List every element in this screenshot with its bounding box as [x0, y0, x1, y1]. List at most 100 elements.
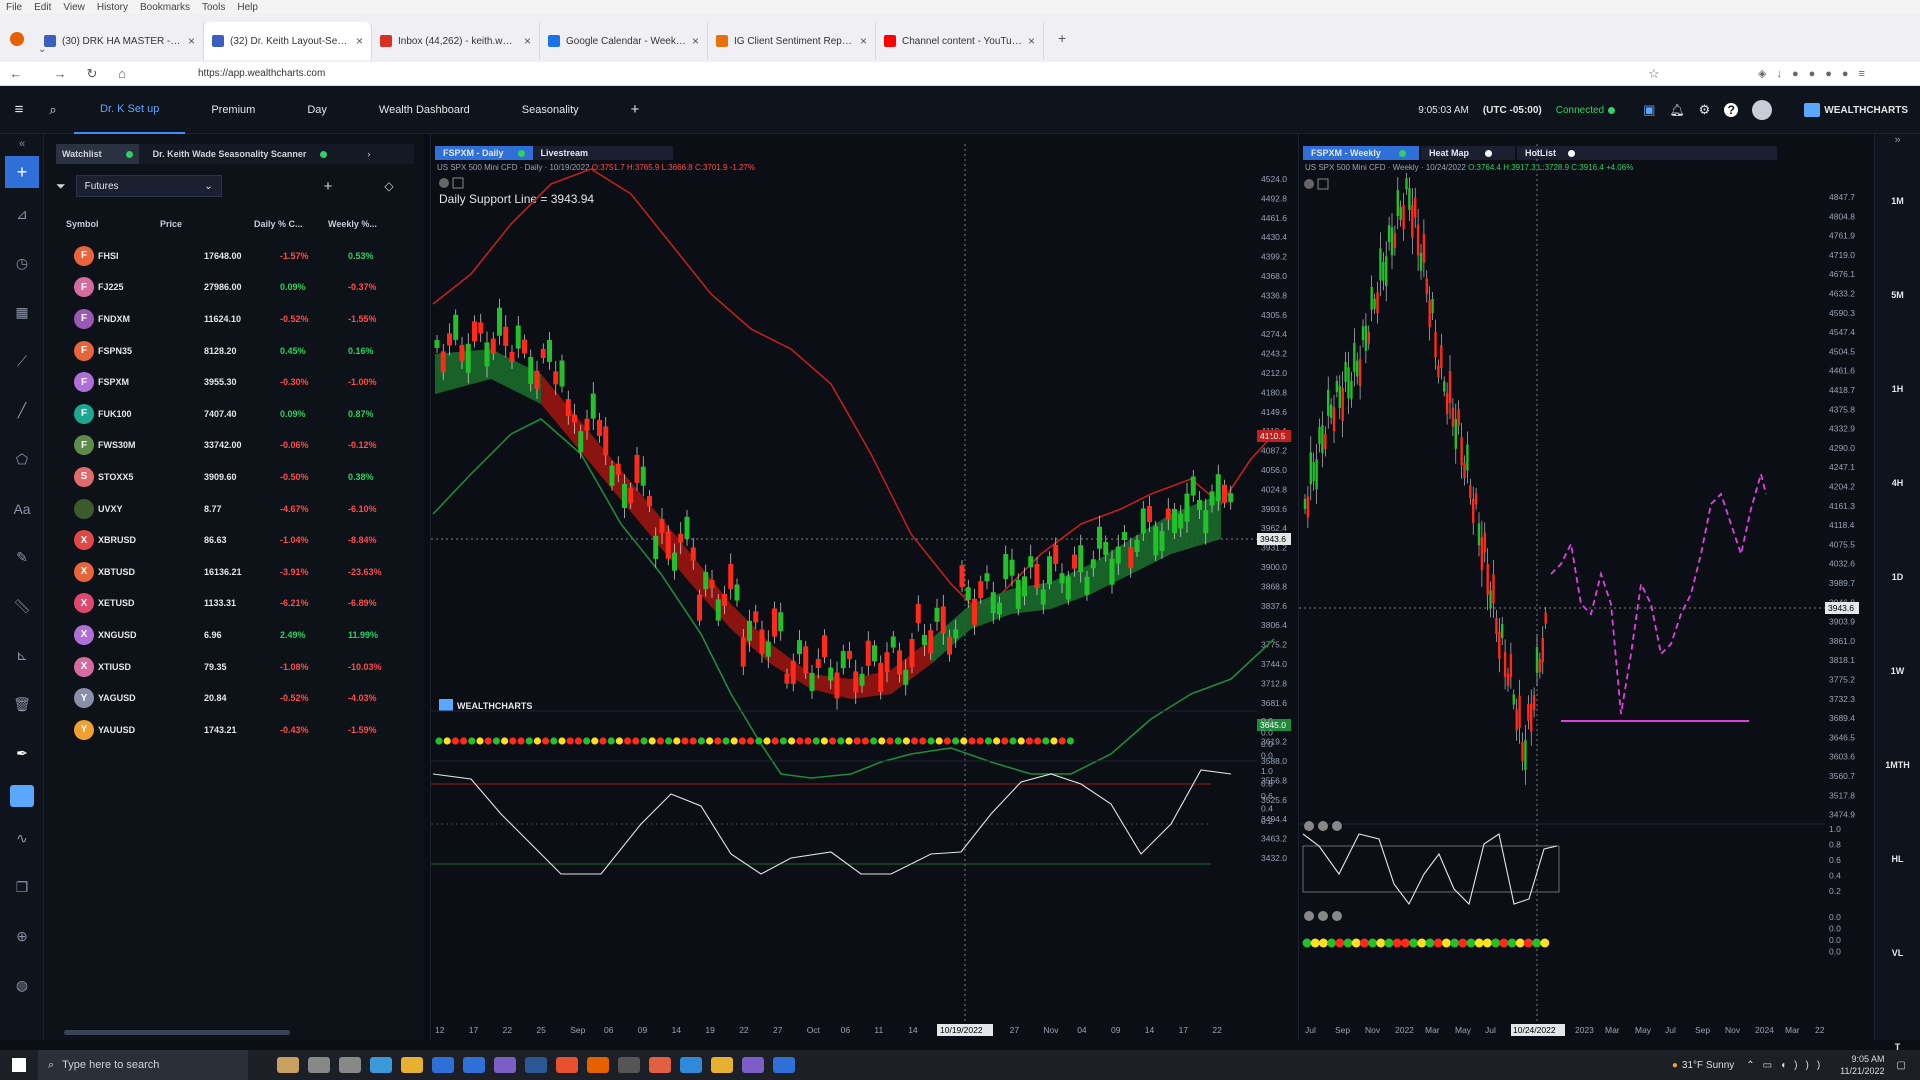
taskbar-clock[interactable]: 9:05 AM 11/21/2022: [1840, 1053, 1884, 1077]
watchlist-row[interactable]: UVXY 8.77 -4.67% -6.10%: [58, 493, 414, 525]
timezone[interactable]: (UTC -05:00): [1483, 105, 1542, 116]
trend-icon[interactable]: ⟋: [0, 337, 44, 386]
watchlist-row[interactable]: F FJ225 27986.00 0.09% -0.37%: [58, 272, 414, 304]
taskbar-app-icon[interactable]: [742, 1057, 764, 1073]
gear-icon[interactable]: ⚙: [1699, 102, 1711, 118]
windows-start-icon[interactable]: [12, 1058, 26, 1072]
col-weekly[interactable]: Weekly %...: [328, 219, 418, 229]
menu-help[interactable]: Help: [237, 2, 258, 13]
watchlist-row[interactable]: F FSPXM 3955.30 -0.30% -1.00%: [58, 366, 414, 398]
reload-icon[interactable]: ↻: [82, 66, 102, 82]
timeframe-1d[interactable]: 1D: [1875, 530, 1920, 624]
taskbar-app-icon[interactable]: [649, 1057, 671, 1073]
browser-tab[interactable]: Google Calendar - Week of No ×: [540, 22, 708, 60]
browser-tab[interactable]: (32) Dr. Keith Layout-Seasonal ×: [204, 22, 372, 60]
watchlist-row[interactable]: S STOXX5 3909.60 -0.50% 0.38%: [58, 461, 414, 493]
clock-tool-icon[interactable]: ◷: [0, 239, 44, 288]
browser-tab[interactable]: IG Client Sentiment Report 2022 ×: [708, 22, 876, 60]
add-symbol-button[interactable]: +: [324, 178, 333, 195]
watchlist-row[interactable]: Y YAUUSD 1743.21 -0.43% -1.59%: [58, 714, 414, 746]
ruler-icon[interactable]: 📏︎: [0, 582, 44, 631]
watchlist-row[interactable]: X XTIUSD 79.35 -1.08% -10.03%: [58, 651, 414, 683]
notification-icon[interactable]: ▢: [1897, 1060, 1906, 1071]
globe-icon[interactable]: ◍: [0, 961, 44, 1010]
browser-extension-icons[interactable]: ◈↓●●●●≡: [1758, 67, 1875, 80]
watchlist-row[interactable]: F FWS30M 33742.00 -0.06% -0.12%: [58, 430, 414, 462]
taskbar-app-icon[interactable]: [339, 1057, 361, 1073]
trash-icon[interactable]: 🗑︎: [0, 680, 44, 729]
close-icon[interactable]: ×: [524, 34, 531, 48]
taskbar-app-icon[interactable]: [401, 1057, 423, 1073]
add-tool-button[interactable]: +: [0, 154, 44, 190]
taskbar-app-icon[interactable]: [308, 1057, 330, 1073]
watchlist-row[interactable]: F FSPN35 8128.20 0.45% 0.16%: [58, 335, 414, 367]
watchlist-row[interactable]: X XBTUSD 16136.21 -3.91% -23.63%: [58, 556, 414, 588]
tab-list-icon[interactable]: ⌄: [38, 44, 46, 55]
taskbar-app-icon[interactable]: [494, 1057, 516, 1073]
signal-icons[interactable]: [1304, 911, 1342, 921]
list-selector[interactable]: Futures ⌄: [75, 175, 222, 197]
url-input[interactable]: https://app.wealthcharts.com: [198, 68, 325, 79]
wealthcharts-tool-icon[interactable]: [0, 778, 44, 814]
calendar-icon[interactable]: ▦: [0, 288, 44, 337]
oscillator-icons[interactable]: [1304, 821, 1342, 831]
timeframe-1w[interactable]: 1W: [1875, 624, 1920, 718]
timeframe-5m[interactable]: 5M: [1875, 248, 1920, 342]
taskbar-app-icon[interactable]: [525, 1057, 547, 1073]
save-icon[interactable]: ▣: [1643, 102, 1655, 118]
chart-header-icons[interactable]: [1304, 178, 1329, 190]
timeframe-hl[interactable]: HL: [1875, 812, 1920, 906]
taskbar-app-icon[interactable]: [618, 1057, 640, 1073]
timeframe-4h[interactable]: 4H: [1875, 436, 1920, 530]
app-tab[interactable]: Dr. K Set up: [74, 86, 186, 134]
menu-file[interactable]: File: [6, 2, 22, 13]
daily-chart-canvas[interactable]: Daily Support Line = 3943.94 4524.0 4492.8…: [431, 134, 1291, 1040]
menu-history[interactable]: History: [97, 2, 128, 13]
help-icon[interactable]: ?: [1724, 103, 1739, 117]
close-icon[interactable]: ×: [356, 34, 363, 48]
filter-icon[interactable]: ⏷: [56, 179, 66, 194]
text-tool-icon[interactable]: Aa: [0, 484, 44, 533]
app-tab[interactable]: Wealth Dashboard: [353, 86, 496, 134]
back-icon[interactable]: ←: [6, 66, 26, 81]
line-tool-icon[interactable]: ╱: [0, 386, 44, 435]
menu-tools[interactable]: Tools: [202, 2, 225, 13]
home-icon[interactable]: ⌂: [112, 66, 132, 81]
measure-icon[interactable]: ⊾: [0, 631, 44, 680]
timeframe-vl[interactable]: VL: [1875, 906, 1920, 1000]
timeframe-1mth[interactable]: 1MTH: [1875, 718, 1920, 812]
watchlist-scrollbar[interactable]: [64, 1030, 290, 1035]
weekly-chart-canvas[interactable]: 4847.7 4804.8 4761.9 4719.0 4676.1 4633.2 4590…: [1299, 134, 1867, 1040]
watchlist-row[interactable]: F FUK100 7407.40 0.09% 0.87%: [58, 398, 414, 430]
chevron-right-icon[interactable]: ›: [367, 149, 370, 159]
taskbar-app-icon[interactable]: [587, 1057, 609, 1073]
hamburger-icon[interactable]: ≡: [0, 101, 38, 118]
watchlist-row[interactable]: F FNDXM 11624.10 -0.52% -1.55%: [58, 303, 414, 335]
taskbar-app-icon[interactable]: [680, 1057, 702, 1073]
close-icon[interactable]: ×: [860, 34, 867, 48]
wave-icon[interactable]: ∿: [0, 814, 44, 863]
timeframe-1m[interactable]: 1M: [1875, 154, 1920, 248]
chart-header-icons[interactable]: [439, 177, 464, 189]
copy-icon[interactable]: ❐: [0, 863, 44, 912]
watchlist-row[interactable]: X XBRUSD 86.63 -1.04% -8.84%: [58, 524, 414, 556]
taskbar-app-icon[interactable]: [773, 1057, 795, 1073]
bookmark-star-icon[interactable]: ☆: [1648, 66, 1660, 82]
watchlist-row[interactable]: F FHSI 17648.00 -1.57% 0.53%: [58, 240, 414, 272]
bell-icon[interactable]: 🔔︎: [1669, 103, 1684, 117]
eraser-icon[interactable]: ◇: [384, 179, 393, 193]
taskbar-app-icon[interactable]: [277, 1057, 299, 1073]
close-icon[interactable]: ×: [1028, 34, 1035, 48]
collapse-icon[interactable]: «: [0, 134, 44, 154]
browser-tab[interactable]: Channel content - YouTube St ×: [876, 22, 1044, 60]
pen-icon[interactable]: ✒: [0, 729, 44, 778]
taskbar-search[interactable]: ⌕ Type here to search: [38, 1050, 248, 1080]
add-tab-button[interactable]: +: [605, 86, 666, 134]
chart-tool-icon[interactable]: ⊿: [0, 190, 44, 239]
tab-seasonality-scanner[interactable]: Dr. Keith Wade Seasonality Scanner: [147, 144, 334, 164]
brush-icon[interactable]: ✎: [0, 533, 44, 582]
watchlist-row[interactable]: X XNGUSD 6.96 2.49% 11.99%: [58, 619, 414, 651]
new-tab-icon[interactable]: +: [1058, 30, 1066, 46]
shapes-icon[interactable]: ⬠: [0, 435, 44, 484]
menu-edit[interactable]: Edit: [34, 2, 51, 13]
